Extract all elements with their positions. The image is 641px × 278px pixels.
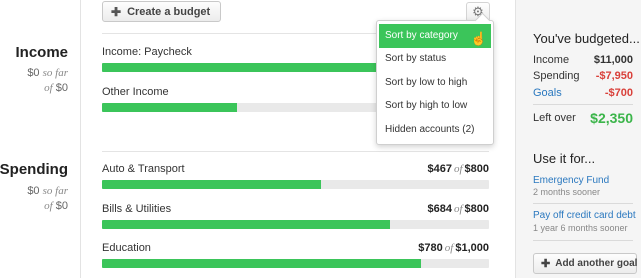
budget-row-auto-transport[interactable]: Auto & Transport $467 of $800 — [102, 163, 489, 189]
sort-menu-item-category[interactable]: Sort by category ☝ — [379, 24, 491, 48]
summary-spending-label: Spending — [533, 70, 580, 82]
summary-goals-link[interactable]: Goals — [533, 87, 562, 99]
budget-row-amount: $684 of $800 — [427, 203, 489, 215]
budget-row-amount: $467 of $800 — [427, 163, 489, 175]
summary-income-line: Income $11,000 — [533, 54, 633, 66]
use-it-title: Use it for... — [533, 151, 596, 166]
progress-bar — [102, 259, 489, 268]
goal-sub-credit-card: 1 year 6 months sooner — [533, 223, 628, 233]
progress-bar — [102, 220, 489, 229]
sort-menu-item-status[interactable]: Sort by status — [379, 47, 491, 71]
spending-summary-total: of $0 — [44, 200, 68, 212]
goal-separator — [533, 203, 633, 204]
progress-fill — [102, 180, 322, 189]
goal-link-credit-card[interactable]: Pay off credit card debt — [533, 210, 636, 221]
sort-menu-item-hidden-accounts[interactable]: Hidden accounts (2) — [379, 118, 491, 142]
income-summary-total: of $0 — [44, 82, 68, 94]
summary-spending-value: -$7,950 — [595, 70, 633, 82]
section-labels: Income $0 so far of $0 Spending $0 so fa… — [0, 0, 80, 278]
spending-summary-spent: $0 so far — [27, 185, 68, 197]
budget-row-bills-utilities[interactable]: Bills & Utilities $684 of $800 — [102, 203, 489, 229]
goal-separator — [533, 240, 633, 241]
sort-menu-item-label: Sort by category — [385, 30, 458, 41]
summary-income-label: Income — [533, 54, 570, 66]
income-summary-spent: $0 so far — [27, 67, 68, 79]
summary-leftover-line: Left over $2,350 — [533, 110, 633, 126]
create-budget-button[interactable]: ✚ Create a budget — [102, 1, 222, 22]
summary-title: You've budgeted... — [533, 31, 640, 46]
summary-separator — [533, 104, 633, 105]
add-goal-button[interactable]: ✚ Add another goal — [533, 253, 637, 274]
plus-icon: ✚ — [111, 4, 122, 19]
summary-goals-line: Goals -$700 — [533, 87, 633, 99]
summary-spending-line: Spending -$7,950 — [533, 70, 633, 82]
goal-link-emergency-fund[interactable]: Emergency Fund — [533, 175, 609, 186]
progress-fill — [102, 103, 238, 112]
spending-section-title: Spending — [0, 161, 68, 178]
summary-income-value: $11,000 — [593, 54, 633, 66]
budget-row-education[interactable]: Education $780 of $1,000 — [102, 242, 489, 268]
sort-menu: Sort by category ☝ Sort by status Sort b… — [376, 20, 494, 146]
create-budget-label: Create a budget — [127, 5, 211, 18]
income-section-title: Income — [15, 44, 68, 61]
goal-sub-emergency-fund: 2 months sooner — [533, 187, 601, 197]
summary-leftover-value: $2,350 — [590, 110, 633, 126]
progress-fill — [102, 259, 422, 268]
summary-goals-value: -$700 — [604, 87, 633, 99]
summary-leftover-label: Left over — [533, 112, 576, 124]
progress-fill — [102, 220, 390, 229]
budget-row-amount: $780 of $1,000 — [418, 242, 489, 254]
sort-menu-item-high-to-low[interactable]: Sort by high to low — [379, 94, 491, 118]
summary-panel: You've budgeted... Income $11,000 Spendi… — [516, 0, 641, 278]
sort-menu-item-low-to-high[interactable]: Sort by low to high — [379, 71, 491, 95]
divider — [102, 151, 489, 152]
add-goal-label: Add another goal — [555, 258, 638, 269]
progress-bar — [102, 180, 489, 189]
plus-icon: ✚ — [541, 258, 551, 270]
